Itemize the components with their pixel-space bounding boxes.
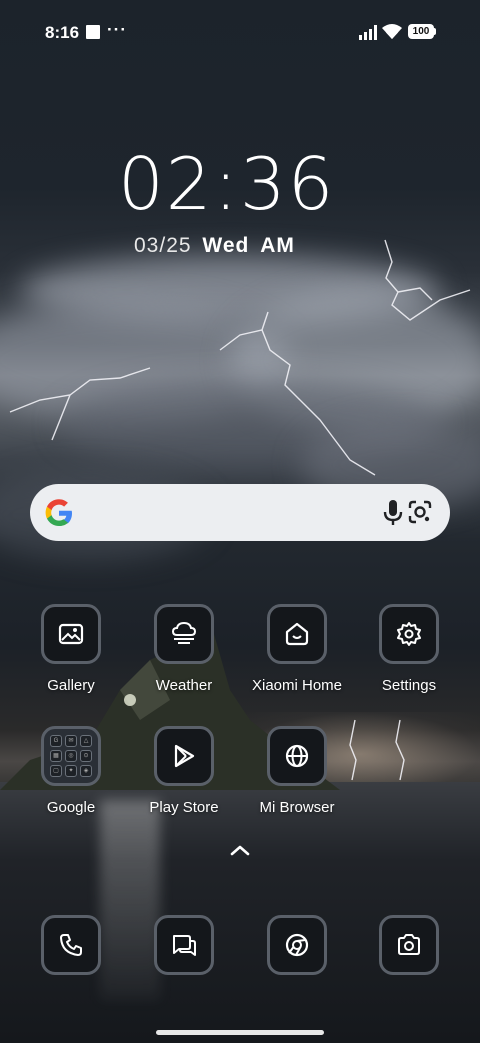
gallery-tile[interactable] xyxy=(41,604,101,664)
clock-widget-time[interactable]: 02:36 xyxy=(118,142,336,226)
more-notifications-icon: ··· xyxy=(107,20,127,39)
app-label: Google xyxy=(46,799,96,816)
phone-tile[interactable] xyxy=(41,915,101,975)
chevron-up-icon[interactable] xyxy=(229,843,251,857)
battery-indicator: 100 xyxy=(408,24,434,39)
mi-browser-tile[interactable] xyxy=(267,726,327,786)
google-folder-tile[interactable]: G ✉ △ ▦ ◎ ⊙ ▢ ✦ ◈ xyxy=(41,726,101,786)
chrome-tile[interactable] xyxy=(267,915,327,975)
mini-app-icon: ▦ xyxy=(50,750,62,762)
home-screen: 8:16 ··· 100 02:36 03/25 Wed AM Gallery … xyxy=(0,0,480,1043)
app-mi-browser[interactable]: Mi Browser xyxy=(247,726,347,816)
app-settings[interactable]: Settings xyxy=(359,604,459,694)
gear-icon xyxy=(397,622,421,646)
settings-tile[interactable] xyxy=(379,604,439,664)
app-label: Settings xyxy=(381,677,437,694)
notification-square-icon xyxy=(86,25,100,39)
app-label: Xiaomi Home xyxy=(251,677,343,694)
play-store-tile[interactable] xyxy=(154,726,214,786)
weather-icon xyxy=(171,621,197,644)
app-label: Play Store xyxy=(149,799,219,816)
mini-app-icon: ✦ xyxy=(65,765,77,777)
globe-icon xyxy=(285,744,309,768)
weekday-text: Wed xyxy=(202,234,250,257)
app-weather[interactable]: Weather xyxy=(134,604,234,694)
dock-phone[interactable] xyxy=(21,915,121,975)
wifi-icon xyxy=(382,24,402,39)
phone-icon xyxy=(60,934,82,956)
dock-chrome[interactable] xyxy=(247,915,347,975)
app-label: Mi Browser xyxy=(259,799,335,816)
xiaomi-home-tile[interactable] xyxy=(267,604,327,664)
play-store-icon xyxy=(174,744,195,768)
google-g-icon xyxy=(45,499,72,526)
meridiem-text: AM xyxy=(260,234,295,257)
cellular-signal-icon xyxy=(359,25,377,40)
mini-app-icon: ◈ xyxy=(80,765,92,777)
app-label: Weather xyxy=(155,677,213,694)
home-gesture-bar[interactable] xyxy=(156,1030,324,1035)
microphone-icon[interactable] xyxy=(381,499,405,527)
battery-tip xyxy=(434,28,436,35)
app-play-store[interactable]: Play Store xyxy=(134,726,234,816)
gallery-icon xyxy=(58,623,84,645)
app-label: Gallery xyxy=(47,677,95,694)
camera-tile[interactable] xyxy=(379,915,439,975)
app-gallery[interactable]: Gallery xyxy=(21,604,121,694)
mini-app-icon: ▢ xyxy=(50,765,62,777)
messages-tile[interactable] xyxy=(154,915,214,975)
folder-icon: G ✉ △ ▦ ◎ ⊙ ▢ ✦ ◈ xyxy=(50,735,92,777)
chrome-icon xyxy=(285,933,309,957)
google-search-bar[interactable] xyxy=(30,484,450,541)
mini-app-icon: ⊙ xyxy=(80,750,92,762)
folder-google[interactable]: G ✉ △ ▦ ◎ ⊙ ▢ ✦ ◈ Google xyxy=(21,726,121,816)
mini-app-icon: G xyxy=(50,735,62,747)
mini-app-icon: ◎ xyxy=(65,750,77,762)
messages-icon xyxy=(173,935,196,956)
google-lens-icon[interactable] xyxy=(406,498,434,526)
dock-messages[interactable] xyxy=(134,915,234,975)
dock-camera[interactable] xyxy=(359,915,459,975)
mini-app-icon: △ xyxy=(80,735,92,747)
camera-icon xyxy=(398,934,420,955)
clock-widget-date[interactable]: 03/25 Wed AM xyxy=(134,234,295,258)
status-bar: 8:16 ··· 100 xyxy=(0,0,480,64)
weather-tile[interactable] xyxy=(154,604,214,664)
status-time: 8:16 xyxy=(45,23,80,42)
xiaomi-home-icon xyxy=(285,622,309,646)
app-xiaomi-home[interactable]: Xiaomi Home xyxy=(247,604,347,694)
date-text: 03/25 xyxy=(134,234,192,257)
mini-app-icon: ✉ xyxy=(65,735,77,747)
